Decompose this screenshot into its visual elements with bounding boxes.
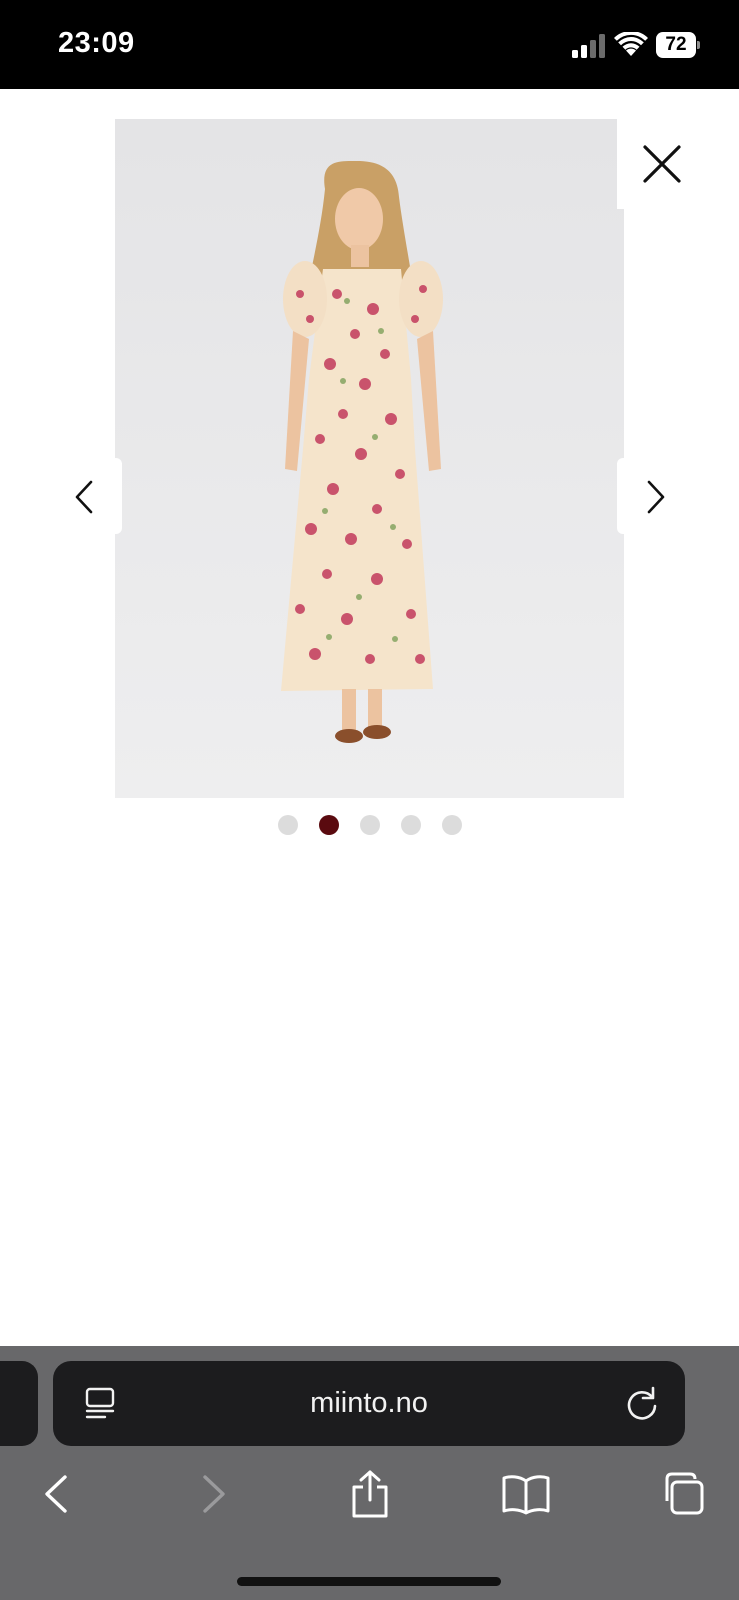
reload-icon[interactable] [622, 1384, 662, 1424]
back-button[interactable] [28, 1466, 84, 1522]
bookmarks-icon [502, 1475, 550, 1515]
prev-image-button[interactable] [64, 472, 104, 522]
carousel-dot[interactable] [441, 815, 462, 835]
back-icon [45, 1475, 67, 1513]
close-button[interactable] [636, 138, 688, 190]
product-photo [115, 119, 624, 798]
tabs-button[interactable] [654, 1466, 710, 1522]
status-bar: 23:09 72 [0, 0, 739, 89]
chevron-right-icon [647, 480, 665, 514]
status-time: 23:09 [58, 27, 135, 59]
next-image-button[interactable] [636, 472, 676, 522]
tabs-icon [665, 1472, 704, 1515]
product-image[interactable] [115, 119, 624, 798]
carousel-dot-active[interactable] [318, 815, 339, 835]
carousel-pagination [0, 815, 739, 837]
address-bar[interactable]: miinto.no [53, 1361, 685, 1446]
wifi-icon [614, 32, 648, 56]
home-indicator [237, 1577, 501, 1586]
carousel-dot[interactable] [400, 815, 421, 835]
url-text: miinto.no [310, 1387, 428, 1419]
bookmarks-button[interactable] [498, 1466, 554, 1522]
close-icon [643, 145, 681, 183]
battery-cap [697, 41, 700, 49]
forward-icon [203, 1475, 225, 1513]
forward-button[interactable] [186, 1466, 242, 1522]
page: 23:09 72 miinto.no [0, 0, 739, 1600]
share-button[interactable] [342, 1466, 398, 1522]
carousel-dot[interactable] [359, 815, 380, 835]
carousel-dot[interactable] [277, 815, 298, 835]
previous-tab-preview[interactable] [0, 1361, 38, 1446]
chevron-left-icon [75, 480, 93, 514]
battery-icon: 72 [656, 32, 700, 58]
cellular-signal-icon [572, 34, 605, 58]
battery-level: 72 [656, 32, 696, 58]
share-icon [352, 1470, 388, 1518]
